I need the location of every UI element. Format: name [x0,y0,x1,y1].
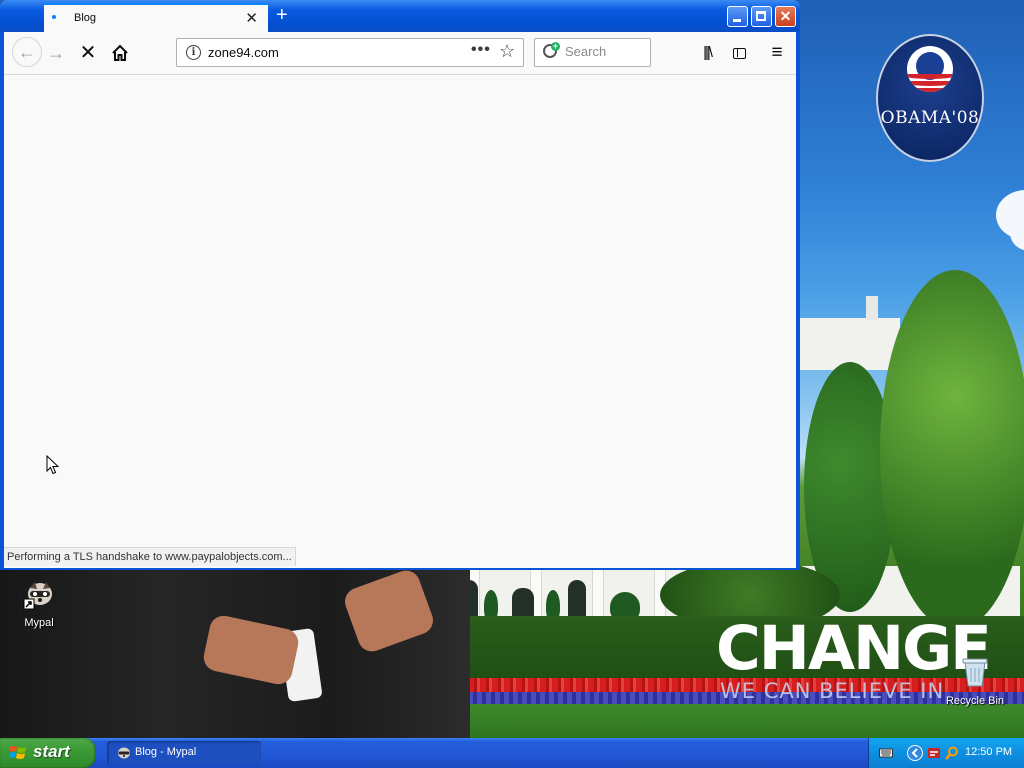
back-button[interactable]: ← [12,37,42,67]
campaign-badge: OBAMA'08 [876,34,984,162]
close-icon: ✕ [779,8,792,24]
search-bar[interactable]: + [534,38,651,67]
navigation-toolbar: ← → ✕ i zone94.com ••• ☆ + |||\ [4,32,796,75]
desktop-icon-recycle-bin[interactable]: Recycle Bin [940,656,1010,707]
mouse-pointer-icon [46,455,60,475]
title-bar[interactable]: Blog ✕ + ✕ [0,0,800,32]
url-text[interactable]: zone94.com [208,45,279,60]
tab-loading-indicator [52,15,56,19]
tab-blog[interactable]: Blog ✕ [44,3,268,32]
desktop-icon-mypal[interactable]: Mypal [4,578,74,629]
search-engine-add-icon: + [551,41,560,51]
menu-icon: ≡ [771,42,783,63]
desktop-icon-label: Mypal [24,617,54,629]
mypal-icon [118,747,130,759]
stop-icon: ✕ [79,42,97,64]
start-button[interactable]: start [0,738,96,768]
taskbar-item-browser[interactable]: Blog - Mypal [107,741,261,765]
library-button[interactable]: |||\ [696,42,718,64]
desktop-icon-label: Recycle Bin [945,695,1005,707]
back-arrow-icon: ← [18,42,36,62]
bookmark-star-icon[interactable]: ☆ [499,41,515,62]
wallpaper-subline: WE CAN BELIEVE IN [720,679,945,703]
home-icon [112,44,128,61]
tab-title: Blog [74,12,97,24]
tab-close-icon[interactable]: ✕ [245,9,258,27]
minimize-icon [733,19,741,22]
column [592,570,604,620]
forward-arrow-icon: → [47,43,65,63]
hand [341,566,437,656]
badge-text: OBAMA'08 [880,108,980,128]
window-arch [512,588,534,618]
home-button[interactable] [109,42,131,64]
windows-flag-icon [9,746,26,759]
campaign-logo-icon [907,46,953,92]
library-icon: |||\ [703,44,713,61]
sidebar-button[interactable] [728,42,750,64]
system-tray: 12:50 PM [868,738,1024,768]
hand [201,613,301,687]
forward-button[interactable]: → [45,42,67,64]
stop-button[interactable]: ✕ [77,42,99,64]
info-icon[interactable]: i [186,45,201,60]
page-actions-icon[interactable]: ••• [471,41,491,59]
taskbar: start Blog - Mypal 12:50 PM [0,738,1024,768]
url-bar[interactable]: i zone94.com ••• ☆ [176,38,524,67]
network-off-icon[interactable] [927,746,941,760]
close-button[interactable]: ✕ [775,6,796,27]
taskbar-item-label: Blog - Mypal [135,746,197,758]
tree [880,270,1024,630]
window-arch [568,580,586,618]
status-bar: Performing a TLS handshake to www.paypal… [4,547,296,566]
white-house-cupola [866,296,878,320]
page-content[interactable]: Performing a TLS handshake to www.paypal… [4,75,796,568]
browser-window: Blog ✕ + ✕ ← → ✕ i zone94.com ••• ☆ + Se… [0,0,800,570]
clock: 12:50 PM [965,746,1013,758]
sidebar-icon [732,48,746,59]
start-label: start [33,742,70,761]
tray-arrow-icon[interactable] [907,745,923,761]
lawn [460,704,1024,738]
minimize-button[interactable] [727,6,748,27]
maximize-icon [756,11,766,21]
recycle-bin-icon [940,656,1010,691]
new-tab-icon[interactable]: + [276,4,288,26]
maximize-button[interactable] [751,6,772,27]
search-input[interactable] [565,44,647,59]
menu-button[interactable]: ≡ [766,42,788,64]
keyboard-icon[interactable] [879,746,893,760]
mypal-icon [4,578,74,613]
search-tray-icon[interactable] [945,746,959,760]
